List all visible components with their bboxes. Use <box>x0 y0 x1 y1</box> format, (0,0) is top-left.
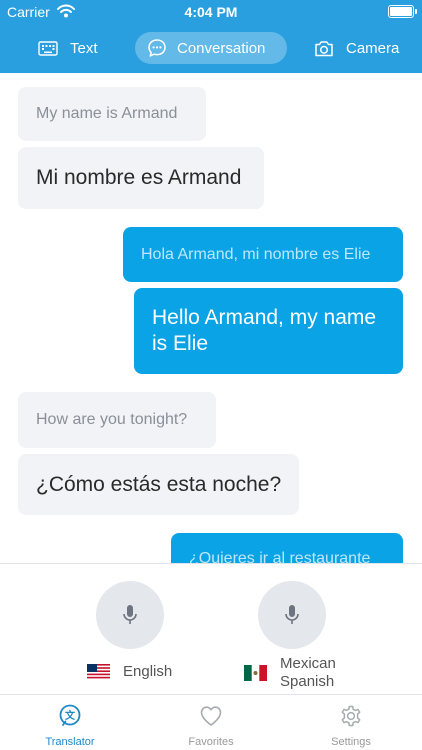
mic-button-english[interactable] <box>96 581 164 649</box>
status-bar: Carrier 4:04 PM <box>0 0 422 24</box>
tab-conversation-label: Conversation <box>177 39 266 57</box>
message-original-text: ¿Quieres ir al restaurante <box>189 550 371 563</box>
outgoing-translation-bubble[interactable]: Hello Armand, my name is Elie <box>134 288 403 374</box>
tab-text[interactable]: Text <box>34 32 102 64</box>
camera-icon <box>315 40 333 56</box>
outgoing-original-bubble[interactable]: Hola Armand, mi nombre es Elie <box>123 227 403 282</box>
language-name-line1: Mexican <box>280 655 336 672</box>
app-header: Carrier 4:04 PM Text Conversation Camera <box>0 0 422 73</box>
tab-camera[interactable]: Camera <box>310 32 403 64</box>
language-name: English <box>123 663 173 680</box>
language-mic-panel: English Mexican Spanish <box>0 563 422 694</box>
microphone-icon <box>123 605 137 624</box>
tab-translator-label: Translator <box>45 736 95 748</box>
incoming-original-bubble[interactable]: My name is Armand <box>18 87 206 141</box>
language-selector-spanish[interactable]: Mexican Spanish <box>244 655 336 691</box>
tab-translator[interactable]: 文 Translator <box>0 695 140 750</box>
mexico-flag-icon <box>244 665 267 681</box>
tab-settings[interactable]: Settings <box>281 695 421 750</box>
gear-icon <box>341 705 361 727</box>
tab-text-label: Text <box>70 39 98 57</box>
svg-text:文: 文 <box>65 709 76 722</box>
incoming-original-bubble[interactable]: How are you tonight? <box>18 392 216 448</box>
tab-favorites[interactable]: Favorites <box>141 695 281 750</box>
language-selector-english[interactable]: English <box>87 663 172 681</box>
mode-tabs: Text Conversation Camera <box>0 24 422 73</box>
mic-button-spanish[interactable] <box>258 581 326 649</box>
microphone-icon <box>285 605 299 624</box>
message-translation-text: Hello Armand, my name is Elie <box>152 306 377 355</box>
message-translation-text: ¿Cómo estás esta noche? <box>36 472 282 496</box>
language-name-line2: Spanish <box>280 673 335 690</box>
tab-conversation[interactable]: Conversation <box>135 32 287 64</box>
tab-favorites-label: Favorites <box>188 736 234 748</box>
chat-bubble-icon <box>148 39 166 57</box>
language-name: Mexican Spanish <box>280 655 336 691</box>
status-time: 4:04 PM <box>184 4 238 20</box>
keyboard-icon <box>38 40 58 56</box>
us-flag-icon <box>87 664 110 680</box>
incoming-translation-bubble[interactable]: ¿Cómo estás esta noche? <box>18 454 299 515</box>
translator-icon: 文 <box>59 704 81 726</box>
incoming-translation-bubble[interactable]: Mi nombre es Armand <box>18 147 264 209</box>
tab-camera-label: Camera <box>346 39 400 57</box>
tab-settings-label: Settings <box>331 736 371 748</box>
message-original-text: My name is Armand <box>36 105 178 122</box>
message-original-text: Hola Armand, mi nombre es Elie <box>141 245 371 263</box>
conversation-list[interactable]: My name is Armand Mi nombre es Armand Ho… <box>0 73 422 563</box>
heart-icon <box>200 706 222 726</box>
message-original-text: How are you tonight? <box>36 411 188 428</box>
outgoing-original-bubble[interactable]: ¿Quieres ir al restaurante <box>171 533 403 563</box>
battery-icon <box>388 5 417 18</box>
message-translation-text: Mi nombre es Armand <box>36 166 242 189</box>
bottom-tab-bar: 文 Translator Favorites Settings <box>0 694 422 750</box>
